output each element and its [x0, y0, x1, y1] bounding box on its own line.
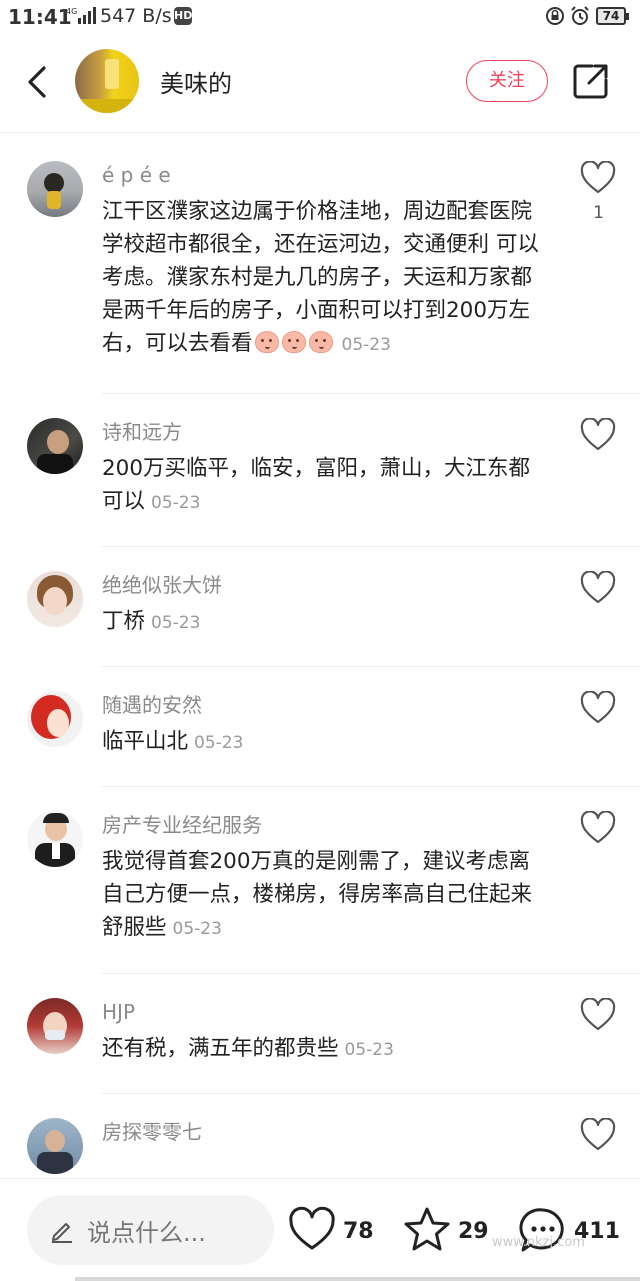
comment-item: é p é e 江干区濮家这边属于价格洼地，周边配套医院学校超市都很全，还在运河… — [27, 133, 640, 394]
hd-icon: HD — [174, 7, 192, 25]
comment-item: 房产专业经纪服务 我觉得首套200万真的是刚需了，建议考虑离自己方便一点，楼梯房… — [27, 787, 640, 974]
network-speed: 547 B/s — [100, 5, 172, 27]
comment-text: 临平山北 05-23 — [102, 725, 542, 760]
rotation-lock-icon — [546, 7, 564, 25]
heart-icon[interactable] — [288, 1205, 336, 1255]
header-bar: 美味的 关注 — [0, 34, 640, 133]
comment-item: HJP 还有税，满五年的都贵些 05-23 — [27, 974, 640, 1094]
emoji-icon — [281, 331, 306, 353]
comment-input-placeholder: 说点什么... — [87, 1219, 206, 1247]
commenter-name[interactable]: 房产专业经纪服务 — [102, 811, 640, 839]
commenter-avatar[interactable] — [27, 161, 83, 217]
heart-icon[interactable] — [580, 1118, 616, 1152]
commenter-avatar[interactable] — [27, 571, 83, 627]
commenter-name[interactable]: 随遇的安然 — [102, 691, 640, 719]
bottom-action-bar: 说点什么... 78 29 411 www.nkzj.com — [0, 1178, 640, 1281]
comment-body: 丁桥 — [102, 609, 146, 634]
comment-text: 丁桥 05-23 — [102, 605, 542, 640]
alarm-icon — [571, 6, 589, 25]
comment-date: 05-23 — [194, 733, 244, 753]
comment-date: 05-23 — [172, 919, 222, 939]
status-time: 11:41 — [8, 5, 72, 29]
comment-date: 05-23 — [151, 613, 201, 633]
comment-date: 05-23 — [341, 335, 391, 355]
comment-item: 房探零零七 — [27, 1094, 640, 1178]
comment-item: 诗和远方 200万买临平，临安，富阳，萧山，大江东都可以 05-23 — [27, 394, 640, 547]
like-total: 78 — [343, 1219, 374, 1244]
battery-icon: 74 — [596, 7, 629, 25]
commenter-name[interactable]: 诗和远方 — [102, 418, 640, 446]
follow-button[interactable]: 关注 — [466, 60, 548, 102]
commenter-avatar[interactable] — [27, 998, 83, 1054]
heart-icon[interactable] — [580, 161, 616, 195]
comment-item: 随遇的安然 临平山北 05-23 — [27, 667, 640, 787]
like-count: 1 — [593, 203, 604, 223]
heart-icon[interactable] — [580, 418, 616, 452]
nav-indicator — [75, 1277, 640, 1281]
star-icon[interactable] — [402, 1205, 452, 1255]
comment-body: 我觉得首套200万真的是刚需了，建议考虑离自己方便一点，楼梯房，得房率高自己住起… — [102, 849, 533, 940]
back-chevron-icon[interactable] — [20, 62, 54, 102]
commenter-name[interactable]: HJP — [102, 998, 640, 1026]
commenter-name[interactable]: é p é e — [102, 161, 640, 189]
pen-icon — [52, 1223, 72, 1243]
star-total: 29 — [458, 1219, 489, 1244]
emoji-icon — [308, 331, 333, 353]
comment-date: 05-23 — [151, 493, 201, 513]
comment-text: 我觉得首套200万真的是刚需了，建议考虑离自己方便一点，楼梯房，得房率高自己住起… — [102, 845, 542, 946]
heart-icon[interactable] — [580, 691, 616, 725]
author-name[interactable]: 美味的 — [160, 64, 232, 99]
comment-text: 江干区濮家这边属于价格洼地，周边配套医院学校超市都很全，还在运河边，交通便利 可… — [102, 195, 542, 362]
comment-body: 临平山北 — [102, 729, 189, 754]
comment-list[interactable]: é p é e 江干区濮家这边属于价格洼地，周边配套医院学校超市都很全，还在运河… — [0, 133, 640, 1178]
comment-date: 05-23 — [344, 1040, 394, 1060]
heart-icon[interactable] — [580, 571, 616, 605]
commenter-name[interactable]: 房探零零七 — [102, 1118, 640, 1146]
comment-item: 绝绝似张大饼 丁桥 05-23 — [27, 547, 640, 667]
commenter-avatar[interactable] — [27, 811, 83, 867]
commenter-avatar[interactable] — [27, 1118, 83, 1174]
status-bar: 11:41 4G 547 B/s HD 74 — [0, 0, 640, 34]
comment-input[interactable]: 说点什么... — [27, 1195, 274, 1265]
emoji-icon — [254, 331, 279, 353]
commenter-avatar[interactable] — [27, 691, 83, 747]
comment-text: 200万买临平，临安，富阳，萧山，大江东都可以 05-23 — [102, 452, 542, 520]
network-type: 4G — [66, 7, 77, 16]
share-icon[interactable] — [572, 62, 610, 100]
heart-icon[interactable] — [580, 811, 616, 845]
heart-icon[interactable] — [580, 998, 616, 1032]
comment-text: 还有税，满五年的都贵些 05-23 — [102, 1032, 542, 1067]
watermark: www.nkzj.com — [492, 1235, 585, 1250]
author-avatar[interactable] — [75, 49, 139, 113]
comment-body: 还有税，满五年的都贵些 — [102, 1036, 339, 1061]
signal-icon: 4G — [66, 7, 96, 24]
commenter-avatar[interactable] — [27, 418, 83, 474]
commenter-name[interactable]: 绝绝似张大饼 — [102, 571, 640, 599]
